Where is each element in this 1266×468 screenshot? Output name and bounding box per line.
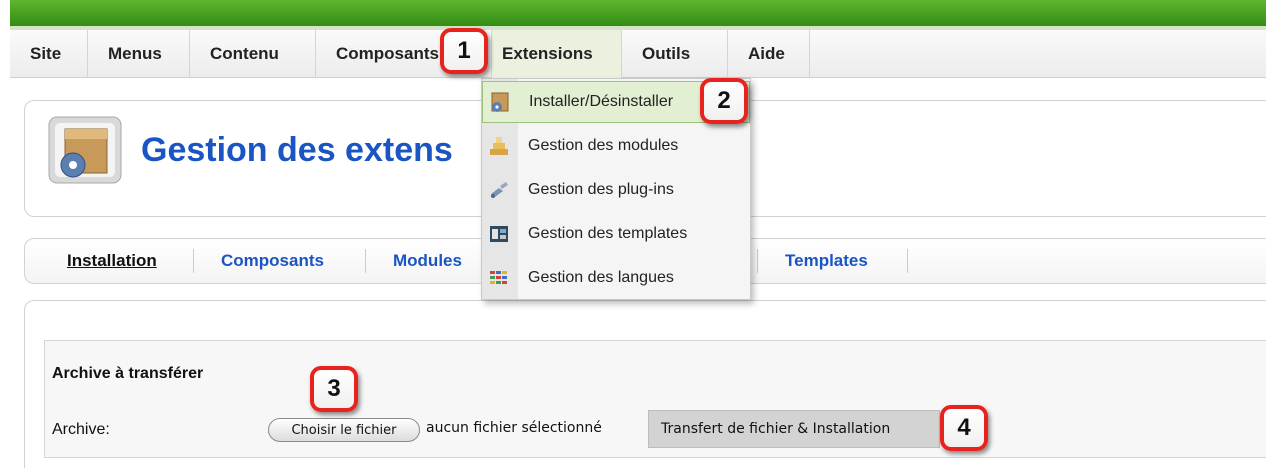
tab-templates[interactable]: Templates [785, 251, 868, 271]
tab-installation[interactable]: Installation [67, 251, 157, 271]
modules-icon [490, 137, 508, 155]
menu-outils[interactable]: Outils [622, 30, 728, 78]
menu-outils-label: Outils [642, 44, 691, 63]
menu-contenu-label: Contenu [210, 44, 279, 63]
extension-manager-icon [48, 116, 122, 184]
tab-divider [757, 249, 758, 273]
tab-divider [193, 249, 194, 273]
menu-contenu[interactable]: Contenu [190, 30, 316, 78]
dropdown-item-label: Gestion des plug-ins [528, 181, 674, 198]
menu-site-label: Site [30, 44, 62, 63]
callout-badge-2: 2 [700, 78, 748, 124]
dropdown-item-label: Gestion des templates [528, 225, 688, 242]
callout-badge-4: 4 [940, 405, 988, 451]
menu-site[interactable]: Site [10, 30, 88, 78]
top-accent-bar [10, 0, 1266, 28]
dropdown-item-templates[interactable]: Gestion des templates [482, 213, 750, 255]
upload-section-title: Archive à transférer [52, 365, 204, 382]
dropdown-item-label: Gestion des modules [528, 137, 679, 154]
menu-extensions-label: Extensions [502, 44, 593, 63]
archive-label: Archive: [52, 421, 110, 438]
upload-install-button[interactable]: Transfert de fichier & Installation [648, 410, 940, 448]
dropdown-item-label: Installer/Désinstaller [529, 93, 674, 110]
menu-extensions[interactable]: Extensions [492, 30, 622, 78]
callout-badge-3: 3 [310, 366, 358, 412]
callout-badge-1: 1 [440, 28, 488, 74]
tab-divider [365, 249, 366, 273]
languages-icon [490, 271, 507, 284]
dropdown-item-languages[interactable]: Gestion des langues [482, 257, 750, 299]
installer-icon [491, 92, 509, 112]
menu-composants-label: Composants [336, 44, 439, 63]
dropdown-item-modules[interactable]: Gestion des modules [482, 125, 750, 167]
dropdown-item-plugins[interactable]: Gestion des plug-ins [482, 169, 750, 211]
dropdown-item-label: Gestion des langues [528, 269, 674, 286]
tab-divider [907, 249, 908, 273]
menu-aide[interactable]: Aide [728, 30, 810, 78]
main-menu-bar: Site Menus Contenu Composants Extensions… [10, 30, 1266, 78]
tab-modules[interactable]: Modules [393, 251, 462, 271]
choose-file-button[interactable]: Choisir le fichier [268, 418, 420, 442]
tab-composants[interactable]: Composants [221, 251, 324, 271]
page-title: Gestion des extens [141, 131, 453, 169]
templates-icon [490, 226, 508, 242]
file-status-text: aucun fichier sélectionné [426, 420, 602, 436]
menu-aide-label: Aide [748, 44, 785, 63]
menu-menus-label: Menus [108, 44, 162, 63]
menu-menus[interactable]: Menus [88, 30, 190, 78]
plugins-icon [491, 182, 508, 198]
